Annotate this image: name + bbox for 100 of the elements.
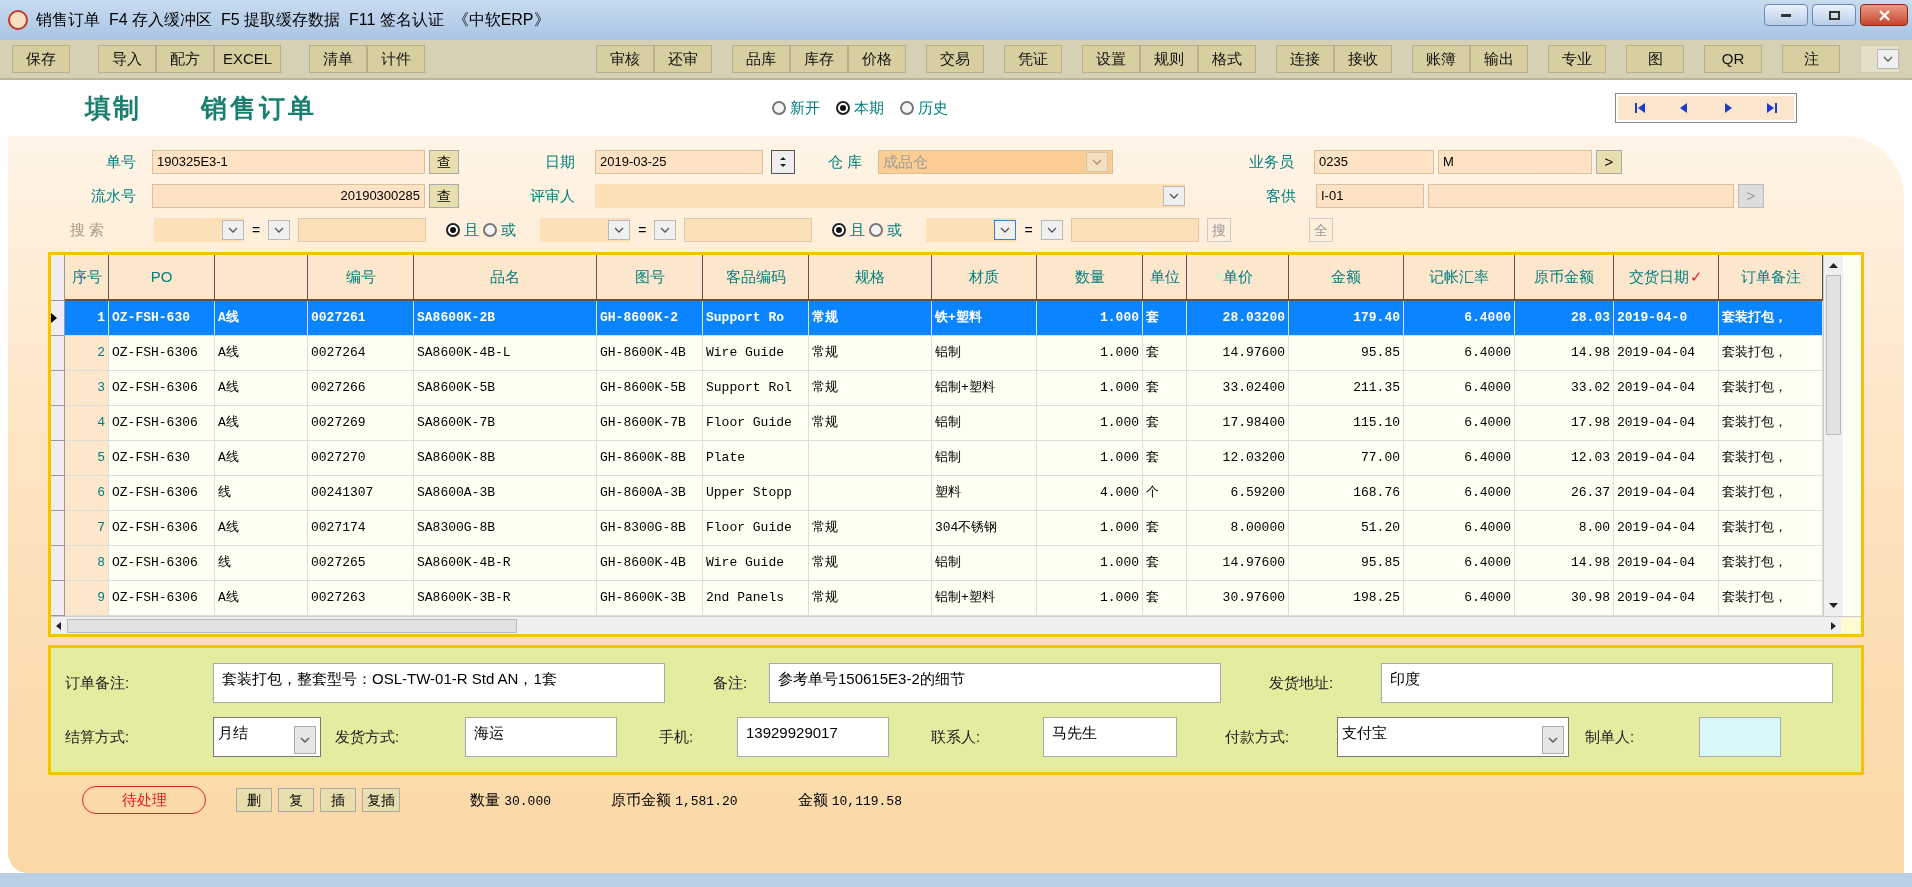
column-header[interactable]: 记帐汇率 <box>1404 255 1515 301</box>
table-row[interactable]: 6 OZ-FSH-6306 线 00241307 SA8600A-3B GH-8600A-3B Upper Stopp 塑料 4.000 个 6.59200 168.76 6.4000 26.37 2019-04-04 套装打包， <box>51 476 1823 511</box>
radio-button[interactable] <box>446 223 461 237</box>
toolbar-button[interactable]: 交易 <box>926 45 984 73</box>
table-row[interactable]: 5 OZ-FSH-630 A线 0027270 SA8600K-8B GH-8600K-8B Plate 铝制 1.000 套 12.03200 77.00 6.4000 12.03 2019-04-04 套装打包， <box>51 441 1823 476</box>
date-field[interactable]: 2019-03-25 <box>595 150 763 174</box>
salesperson-name-field[interactable]: M <box>1438 150 1592 174</box>
scroll-down-icon[interactable] <box>1829 603 1838 609</box>
column-header[interactable]: 客品编码 <box>703 255 809 301</box>
scroll-thumb[interactable] <box>1826 275 1841 435</box>
search-value-field[interactable] <box>1070 218 1199 242</box>
toolbar-button[interactable]: QR <box>1704 45 1762 73</box>
toolbar-button[interactable]: 保存 <box>12 45 70 73</box>
lookup-button[interactable]: 查 <box>429 150 459 174</box>
field-select[interactable] <box>926 218 1017 242</box>
column-header[interactable]: 交货日期✓ <box>1614 255 1719 301</box>
close-button[interactable] <box>1860 4 1908 26</box>
column-header[interactable] <box>215 255 308 301</box>
toolbar-button[interactable]: 配方 <box>156 45 214 73</box>
column-header[interactable]: PO <box>109 255 215 301</box>
search-value-field[interactable] <box>298 218 427 242</box>
toolbar-button[interactable]: 计件 <box>367 45 426 73</box>
column-header[interactable]: 图号 <box>597 255 703 301</box>
column-header[interactable]: 单价 <box>1187 255 1289 301</box>
dropdown-button[interactable] <box>1877 49 1899 69</box>
toolbar-button[interactable]: EXCEL <box>214 45 282 73</box>
serial-number-field[interactable]: 20190300285 <box>152 184 425 208</box>
row-header[interactable] <box>51 301 65 336</box>
table-row[interactable]: 7 OZ-FSH-6306 A线 0027174 SA8300G-8B GH-8300G-8B Floor Guide 常规 304不锈钢 1.000 套 8.00000 51.20 6.4000 8.00 2019-04-04 套装打包， <box>51 511 1823 546</box>
table-row[interactable]: 9 OZ-FSH-6306 A线 0027263 SA8600K-3B-R GH-8600K-3B 2nd Panels 常规 铝制+塑料 1.000 套 30.97600 198.25 6.4000 30.98 2019-04-04 套装打包， <box>51 581 1823 616</box>
dropdown-button[interactable] <box>994 220 1017 240</box>
scroll-thumb[interactable] <box>67 618 517 633</box>
column-header[interactable]: 材质 <box>932 255 1037 301</box>
toolbar-button[interactable]: 价格 <box>848 45 906 73</box>
dropdown-button[interactable] <box>1163 186 1185 206</box>
column-header[interactable]: 规格 <box>809 255 932 301</box>
toolbar-button[interactable]: 输出 <box>1470 45 1528 73</box>
table-row[interactable]: 4 OZ-FSH-6306 A线 0027269 SA8600K-7B GH-8600K-7B Floor Guide 常规 铝制 1.000 套 17.98400 115.10 6.4000 17.98 2019-04-04 套装打包， <box>51 406 1823 441</box>
toolbar-button[interactable]: 库存 <box>790 45 848 73</box>
input-field[interactable]: 马先生 <box>1043 717 1177 757</box>
dropdown-field[interactable]: 支付宝 <box>1337 717 1569 757</box>
column-header[interactable]: 原币金额 <box>1515 255 1614 301</box>
dropdown-button[interactable] <box>222 220 244 240</box>
table-row[interactable]: 1 OZ-FSH-630 A线 0027261 SA8600K-2B GH-8600K-2 Support Ro 常规 铁+塑料 1.000 套 28.03200 179.40 6.4000 28.03 2019-04-0 套装打包， <box>51 301 1823 336</box>
toolbar-button[interactable]: 图 <box>1626 45 1684 73</box>
first-record-icon[interactable] <box>1618 96 1662 120</box>
column-header[interactable]: 品名 <box>414 255 597 301</box>
input-field[interactable]: 印度 <box>1381 663 1833 703</box>
toolbar-button[interactable]: 格式 <box>1198 45 1256 73</box>
field-select[interactable] <box>540 218 631 242</box>
toolbar-button[interactable]: 导入 <box>98 45 156 73</box>
radio-button[interactable] <box>869 223 884 237</box>
order-number-field[interactable]: 190325E3-1 <box>152 150 425 174</box>
column-header[interactable]: 单位 <box>1143 255 1187 301</box>
table-row[interactable]: 2 OZ-FSH-6306 A线 0027264 SA8600K-4B-L GH-8600K-4B Wire Guide 常规 铝制 1.000 套 14.97600 95.85 6.4000 14.98 2019-04-04 套装打包， <box>51 336 1823 371</box>
table-row[interactable]: 3 OZ-FSH-6306 A线 0027266 SA8600K-5B GH-8600K-5B Support Rol 常规 铝制+塑料 1.000 套 33.02400 211.35 6.4000 33.02 2019-04-04 套装打包， <box>51 371 1823 406</box>
salesperson-code-field[interactable]: 0235 <box>1314 150 1434 174</box>
toolbar-button[interactable]: 连接 <box>1276 45 1334 73</box>
radio-button[interactable] <box>836 101 850 115</box>
column-header[interactable]: 编号 <box>308 255 414 301</box>
column-header[interactable]: 订单备注 <box>1719 255 1823 301</box>
toolbar-button[interactable]: 还审 <box>654 45 712 73</box>
toolbar-button[interactable]: 规则 <box>1140 45 1198 73</box>
toolbar-button[interactable]: 注 <box>1782 45 1840 73</box>
column-header[interactable]: 数量 <box>1037 255 1143 301</box>
input-field[interactable]: 13929929017 <box>737 717 889 757</box>
row-action-button[interactable]: 插 <box>320 788 356 812</box>
horizontal-scrollbar[interactable] <box>51 616 1861 634</box>
dropdown-button[interactable] <box>608 220 631 240</box>
toolbar-button[interactable]: 设置 <box>1082 45 1140 73</box>
date-spinner[interactable] <box>771 150 795 174</box>
row-action-button[interactable]: 复插 <box>362 788 400 812</box>
input-field[interactable] <box>1699 717 1781 757</box>
toolbar-button[interactable]: 清单 <box>309 45 368 73</box>
field-select[interactable] <box>154 218 244 242</box>
row-action-button[interactable]: 删 <box>236 788 272 812</box>
input-field[interactable]: 参考单号150615E3-2的细节 <box>769 663 1221 703</box>
toolbar-button[interactable]: 接收 <box>1334 45 1392 73</box>
input-field[interactable]: 海运 <box>465 717 617 757</box>
radio-button[interactable] <box>772 101 786 115</box>
radio-button[interactable] <box>832 223 847 237</box>
customer-name-field[interactable] <box>1428 184 1734 208</box>
table-row[interactable]: 8 OZ-FSH-6306 线 0027265 SA8600K-4B-R GH-8600K-4B Wire Guide 常规 铝制 1.000 套 14.97600 95.85 6.4000 14.98 2019-04-04 套装打包， <box>51 546 1823 581</box>
column-header[interactable]: 金额 <box>1289 255 1404 301</box>
column-header[interactable]: 序号 <box>65 255 109 301</box>
toolbar-button[interactable]: 凭证 <box>1004 45 1062 73</box>
toolbar-button[interactable]: 审核 <box>596 45 654 73</box>
toolbar-button[interactable]: 账簿 <box>1412 45 1470 73</box>
input-field[interactable]: 套装打包，整套型号：OSL-TW-01-R Std AN，1套 <box>213 663 665 703</box>
last-record-icon[interactable] <box>1750 96 1794 120</box>
search-value-field[interactable] <box>684 218 813 242</box>
minimize-button[interactable] <box>1764 4 1808 26</box>
radio-button[interactable] <box>900 101 914 115</box>
lookup-button[interactable]: 查 <box>429 184 459 208</box>
toolbar-button[interactable]: 专业 <box>1548 45 1606 73</box>
radio-button[interactable] <box>483 223 498 237</box>
row-action-button[interactable]: 复 <box>278 788 314 812</box>
toolbar-button[interactable]: 品库 <box>732 45 790 73</box>
vertical-scrollbar[interactable] <box>1823 255 1843 616</box>
open-button[interactable]: > <box>1596 150 1622 174</box>
